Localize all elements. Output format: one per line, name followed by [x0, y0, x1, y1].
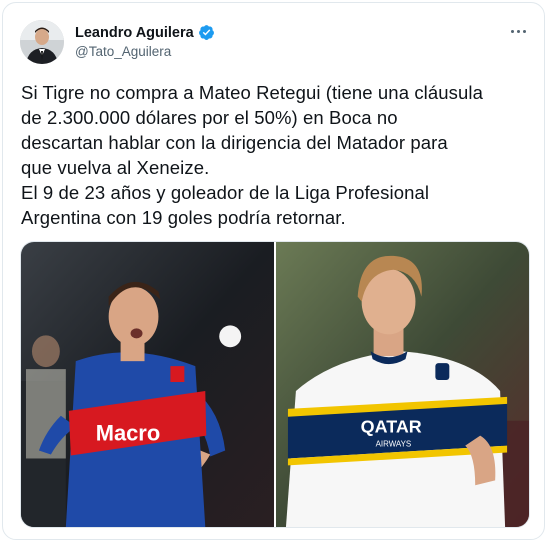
right-shirt-sponsor: QATAR: [361, 417, 422, 437]
tweet-text: Si Tigre no compra a Mateo Retegui (tien…: [21, 80, 536, 230]
tweet-text-line: que vuelva al Xeneize.: [21, 157, 210, 178]
media-photo-left[interactable]: Macro: [21, 242, 274, 527]
media-photo-right[interactable]: QATAR AIRWAYS: [276, 242, 529, 527]
tweet-text-line: El 9 de 23 años y goleador de la Liga Pr…: [21, 182, 430, 203]
tweet-card: Leandro Aguilera @Tato_Aguilera Si Tigre…: [2, 2, 545, 540]
more-dot-icon: [510, 29, 514, 33]
player-tigre-image: Macro: [21, 242, 274, 527]
verified-badge-icon: [198, 25, 214, 40]
person-avatar-icon: [20, 20, 64, 64]
author-display-name[interactable]: Leandro Aguilera: [75, 25, 194, 41]
author-name-row: Leandro Aguilera: [75, 24, 215, 41]
more-options-button[interactable]: [506, 21, 530, 41]
right-shirt-sponsor-sub: AIRWAYS: [376, 440, 412, 449]
author-handle[interactable]: @Tato_Aguilera: [75, 44, 171, 59]
tweet-text-line: Argentina con 19 goles podría retornar.: [21, 207, 346, 228]
left-shirt-sponsor: Macro: [96, 421, 161, 446]
player-boca-image: QATAR AIRWAYS: [276, 242, 529, 527]
tweet-text-line: Si Tigre no compra a Mateo Retegui (tien…: [21, 82, 483, 103]
tweet-text-line: descartan hablar con la dirigencia del M…: [21, 132, 448, 153]
more-dot-icon: [522, 29, 526, 33]
tweet-media: Macro QATAR AIRWAYS: [20, 241, 530, 528]
author-avatar[interactable]: [20, 20, 64, 64]
tweet-text-line: de 2.300.000 dólares por el 50%) en Boca…: [21, 107, 398, 128]
more-dot-icon: [516, 29, 520, 33]
